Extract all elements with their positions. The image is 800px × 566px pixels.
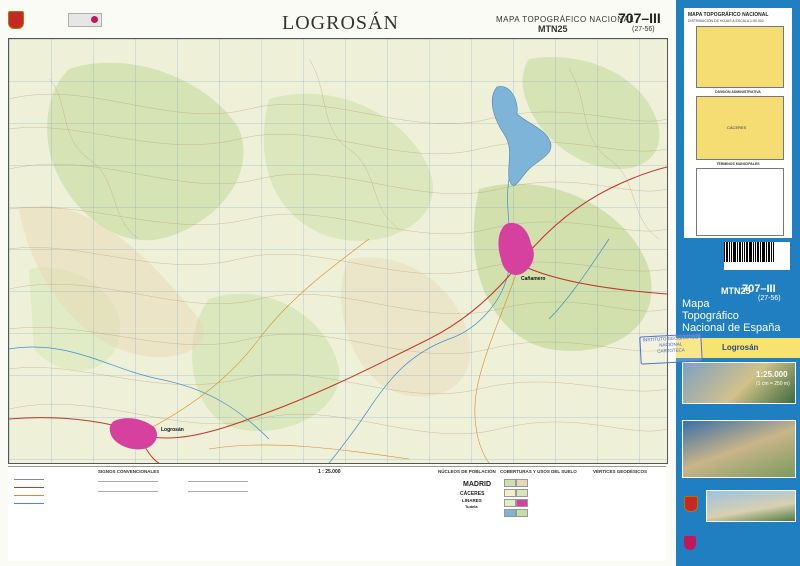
municipal-terms-list <box>696 168 784 236</box>
utm-grid <box>9 39 667 463</box>
legend-land-cover: COBERTURAS Y USOS DEL SUELO <box>500 469 577 474</box>
admin-division-map: CÁCERES <box>696 96 784 160</box>
cartoteca-stamp: INSTITUTO GEOGRÁFICO NACIONAL CARTOTECA <box>639 333 703 365</box>
cover-series-line: Nacional de España <box>682 322 781 334</box>
province-label: CÁCERES <box>727 125 747 130</box>
map-title: LOGROSÁN <box>282 12 399 34</box>
legend-line <box>98 491 158 492</box>
cover-spain-map <box>682 420 796 478</box>
legend-population: NÚCLEOS DE POBLACIÓN <box>438 469 496 474</box>
legend-city-sample: LINARES <box>462 498 482 503</box>
land-cover-swatch <box>504 499 516 507</box>
legend-line <box>14 495 44 496</box>
land-cover-swatch <box>516 479 528 487</box>
land-cover-swatch <box>504 489 516 497</box>
place-label: Cañamero <box>521 276 546 282</box>
legend-line <box>14 479 44 480</box>
ign-logo-icon <box>684 536 696 550</box>
legend-conventional-signs: SIGNOS CONVENCIONALES <box>98 469 160 474</box>
municipal-terms-label: TÉRMINOS MUNICIPALES <box>716 162 760 166</box>
sheet-number: 707–III <box>618 10 661 26</box>
cover-mtn: MTN25 <box>721 286 751 296</box>
land-cover-swatch <box>504 509 516 517</box>
cover-series-title: Mapa Topográfico Nacional de España <box>682 298 794 334</box>
legend-city-sample: CÁCERES <box>460 491 485 497</box>
cover-series-line: Topográfico <box>682 310 739 322</box>
land-cover-swatch <box>516 489 528 497</box>
barcode <box>724 242 790 270</box>
topographic-map[interactable]: Logrosán Cañamero <box>8 38 668 464</box>
legend-city-sample: Tudela <box>465 504 478 509</box>
cover-scale: 1:25.000 <box>756 370 788 379</box>
legend-line <box>14 487 44 488</box>
legend-line <box>14 503 44 504</box>
cover-series-line: Mapa <box>682 298 710 310</box>
coat-of-arms-icon <box>684 496 698 512</box>
map-sheet: LOGROSÁN MAPA TOPOGRÁFICO NACIONAL MTN25… <box>0 0 800 566</box>
ign-logo-icon <box>68 13 102 27</box>
government-logos <box>8 10 128 30</box>
admin-division-label: DIVISIÓN ADMINISTRATIVA <box>715 90 761 94</box>
index-subtitle: DISTRIBUCIÓN DE HOJAS A ESCALA 1:50.000 <box>688 19 764 23</box>
land-cover-swatch <box>504 479 516 487</box>
map-canvas <box>9 39 667 463</box>
cover-sheet-name: Logrosán <box>722 343 759 352</box>
land-cover-swatch <box>516 509 528 517</box>
series-title: MAPA TOPOGRÁFICO NACIONAL <box>496 15 635 24</box>
legend-geodetic: VÉRTICES GEODÉSICOS <box>593 469 648 474</box>
coat-of-arms-icon <box>8 11 24 29</box>
legend-scale: 1 : 25.000 <box>318 469 341 475</box>
map-legend: SIGNOS CONVENCIONALES 1 : 25.000 NÚCLEOS… <box>8 466 666 561</box>
index-sheet: MAPA TOPOGRÁFICO NACIONAL DISTRIBUCIÓN D… <box>684 8 792 238</box>
legend-city-sample: MADRID <box>463 481 491 488</box>
index-map <box>696 26 784 88</box>
cover-photo <box>706 490 796 522</box>
series-code: MTN25 <box>538 24 568 34</box>
index-title: MAPA TOPOGRÁFICO NACIONAL <box>688 12 769 18</box>
land-cover-swatch <box>516 499 528 507</box>
cover-panel: MAPA TOPOGRÁFICO NACIONAL DISTRIBUCIÓN D… <box>676 0 800 566</box>
legend-line <box>188 481 248 482</box>
cover-scale-sub: (1 cm = 250 m) <box>756 381 790 387</box>
sheet-subnumber: (27-56) <box>632 26 655 33</box>
legend-line <box>98 481 158 482</box>
place-label: Logrosán <box>161 427 184 433</box>
legend-line <box>188 491 248 492</box>
